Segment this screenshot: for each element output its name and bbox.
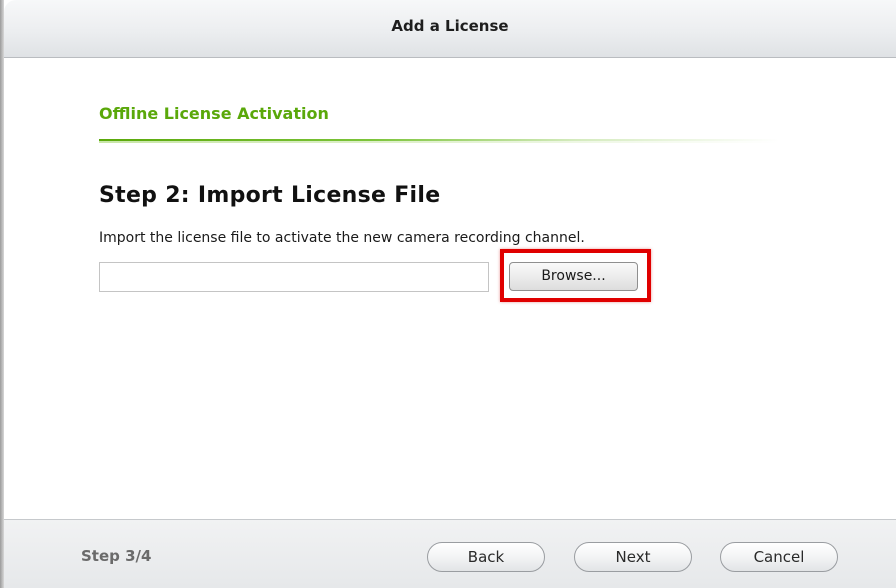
step-heading: Step 2: Import License File — [99, 183, 441, 208]
cancel-button[interactable]: Cancel — [720, 542, 838, 572]
next-button[interactable]: Next — [574, 542, 692, 572]
step-indicator: Step 3/4 — [81, 547, 152, 565]
window-left-edge — [0, 0, 4, 588]
back-button[interactable]: Back — [427, 542, 545, 572]
dialog-titlebar: Add a License — [4, 0, 896, 58]
section-divider — [99, 139, 779, 143]
license-file-path-input[interactable] — [99, 262, 489, 292]
add-license-dialog: Add a License Offline License Activation… — [0, 0, 896, 588]
browse-button[interactable]: Browse... — [509, 262, 638, 291]
section-divider-light — [99, 141, 779, 143]
dialog-footer: Step 3/4 Back Next Cancel — [4, 519, 896, 588]
dialog-title: Add a License — [391, 17, 509, 35]
step-description: Import the license file to activate the … — [99, 230, 585, 246]
section-title: Offline License Activation — [99, 104, 329, 123]
